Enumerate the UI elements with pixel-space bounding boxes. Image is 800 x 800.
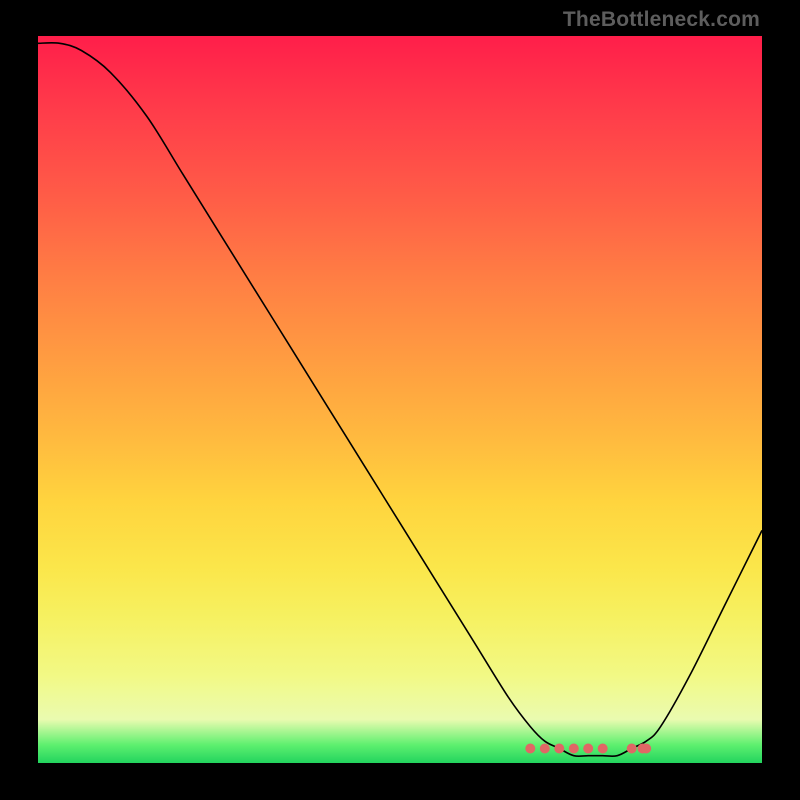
flat-dot (554, 744, 564, 754)
plot-area (38, 36, 762, 763)
chart-frame: TheBottleneck.com (0, 0, 800, 800)
flat-region-dots (525, 744, 651, 754)
flat-dot (525, 744, 535, 754)
flat-dot (569, 744, 579, 754)
bottleneck-curve (38, 43, 762, 756)
watermark-text: TheBottleneck.com (563, 8, 760, 32)
flat-dot (641, 744, 651, 754)
curve-layer (38, 36, 762, 763)
flat-dot (583, 744, 593, 754)
flat-dot (627, 744, 637, 754)
flat-dot (598, 744, 608, 754)
flat-dot (540, 744, 550, 754)
